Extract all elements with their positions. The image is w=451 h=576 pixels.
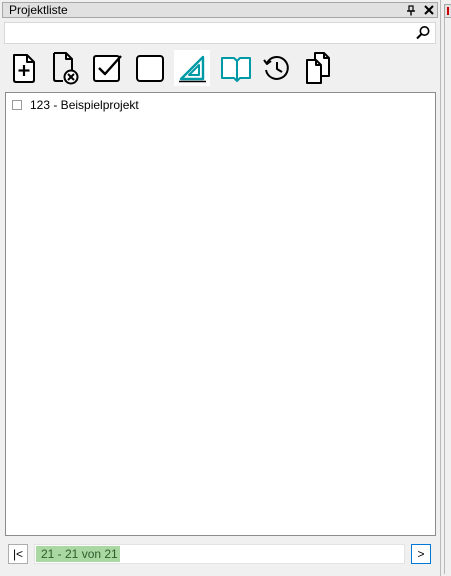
pager-status-field: 21 - 21 von 21 [34,544,405,564]
delete-project-button[interactable] [47,50,83,86]
new-project-button[interactable] [6,50,42,86]
adjacent-panel-border [444,18,445,574]
search-icon [416,26,430,40]
notebook-button[interactable] [218,50,254,86]
adjacent-panel-tab[interactable] [444,4,451,18]
pin-icon [407,4,415,15]
checked-box-icon [93,55,122,82]
copy-documents-icon [306,52,330,84]
new-document-icon [13,54,35,83]
empty-box-icon [136,55,164,82]
project-list[interactable]: 123 - Beispielprojekt [5,92,436,536]
notebook-icon [221,57,251,82]
search-input[interactable] [7,25,407,41]
pager: |< 21 - 21 von 21 > [5,543,436,567]
list-item-label: 123 - Beispielprojekt [30,98,139,112]
search-button[interactable] [415,25,431,41]
close-button[interactable] [422,4,436,16]
close-icon [424,5,434,15]
status-badge: 21 - 21 von 21 [36,546,120,562]
adjacent-tab-marker [447,7,449,15]
list-item-checkbox[interactable] [12,100,22,110]
history-icon [263,56,289,80]
triangle-ruler-icon [179,55,206,83]
deselect-all-button[interactable] [132,50,168,86]
adjacent-panel-edge [442,0,451,576]
select-all-button[interactable] [89,50,125,86]
copy-button[interactable] [300,50,336,86]
list-item[interactable]: 123 - Beispielprojekt [12,97,139,113]
panel-titlebar: Projektliste [2,2,438,18]
first-page-button[interactable]: |< [8,544,28,564]
measure-button[interactable] [174,50,210,86]
delete-document-icon [53,52,79,85]
history-button[interactable] [259,50,295,86]
panel-title: Projektliste [9,3,68,17]
search-bar [4,22,436,44]
toolbar [4,48,436,88]
project-list-panel: Projektliste 123 - Beispielprojekt |< 21… [0,0,441,576]
pin-button[interactable] [404,4,418,16]
next-page-button[interactable]: > [411,544,431,564]
